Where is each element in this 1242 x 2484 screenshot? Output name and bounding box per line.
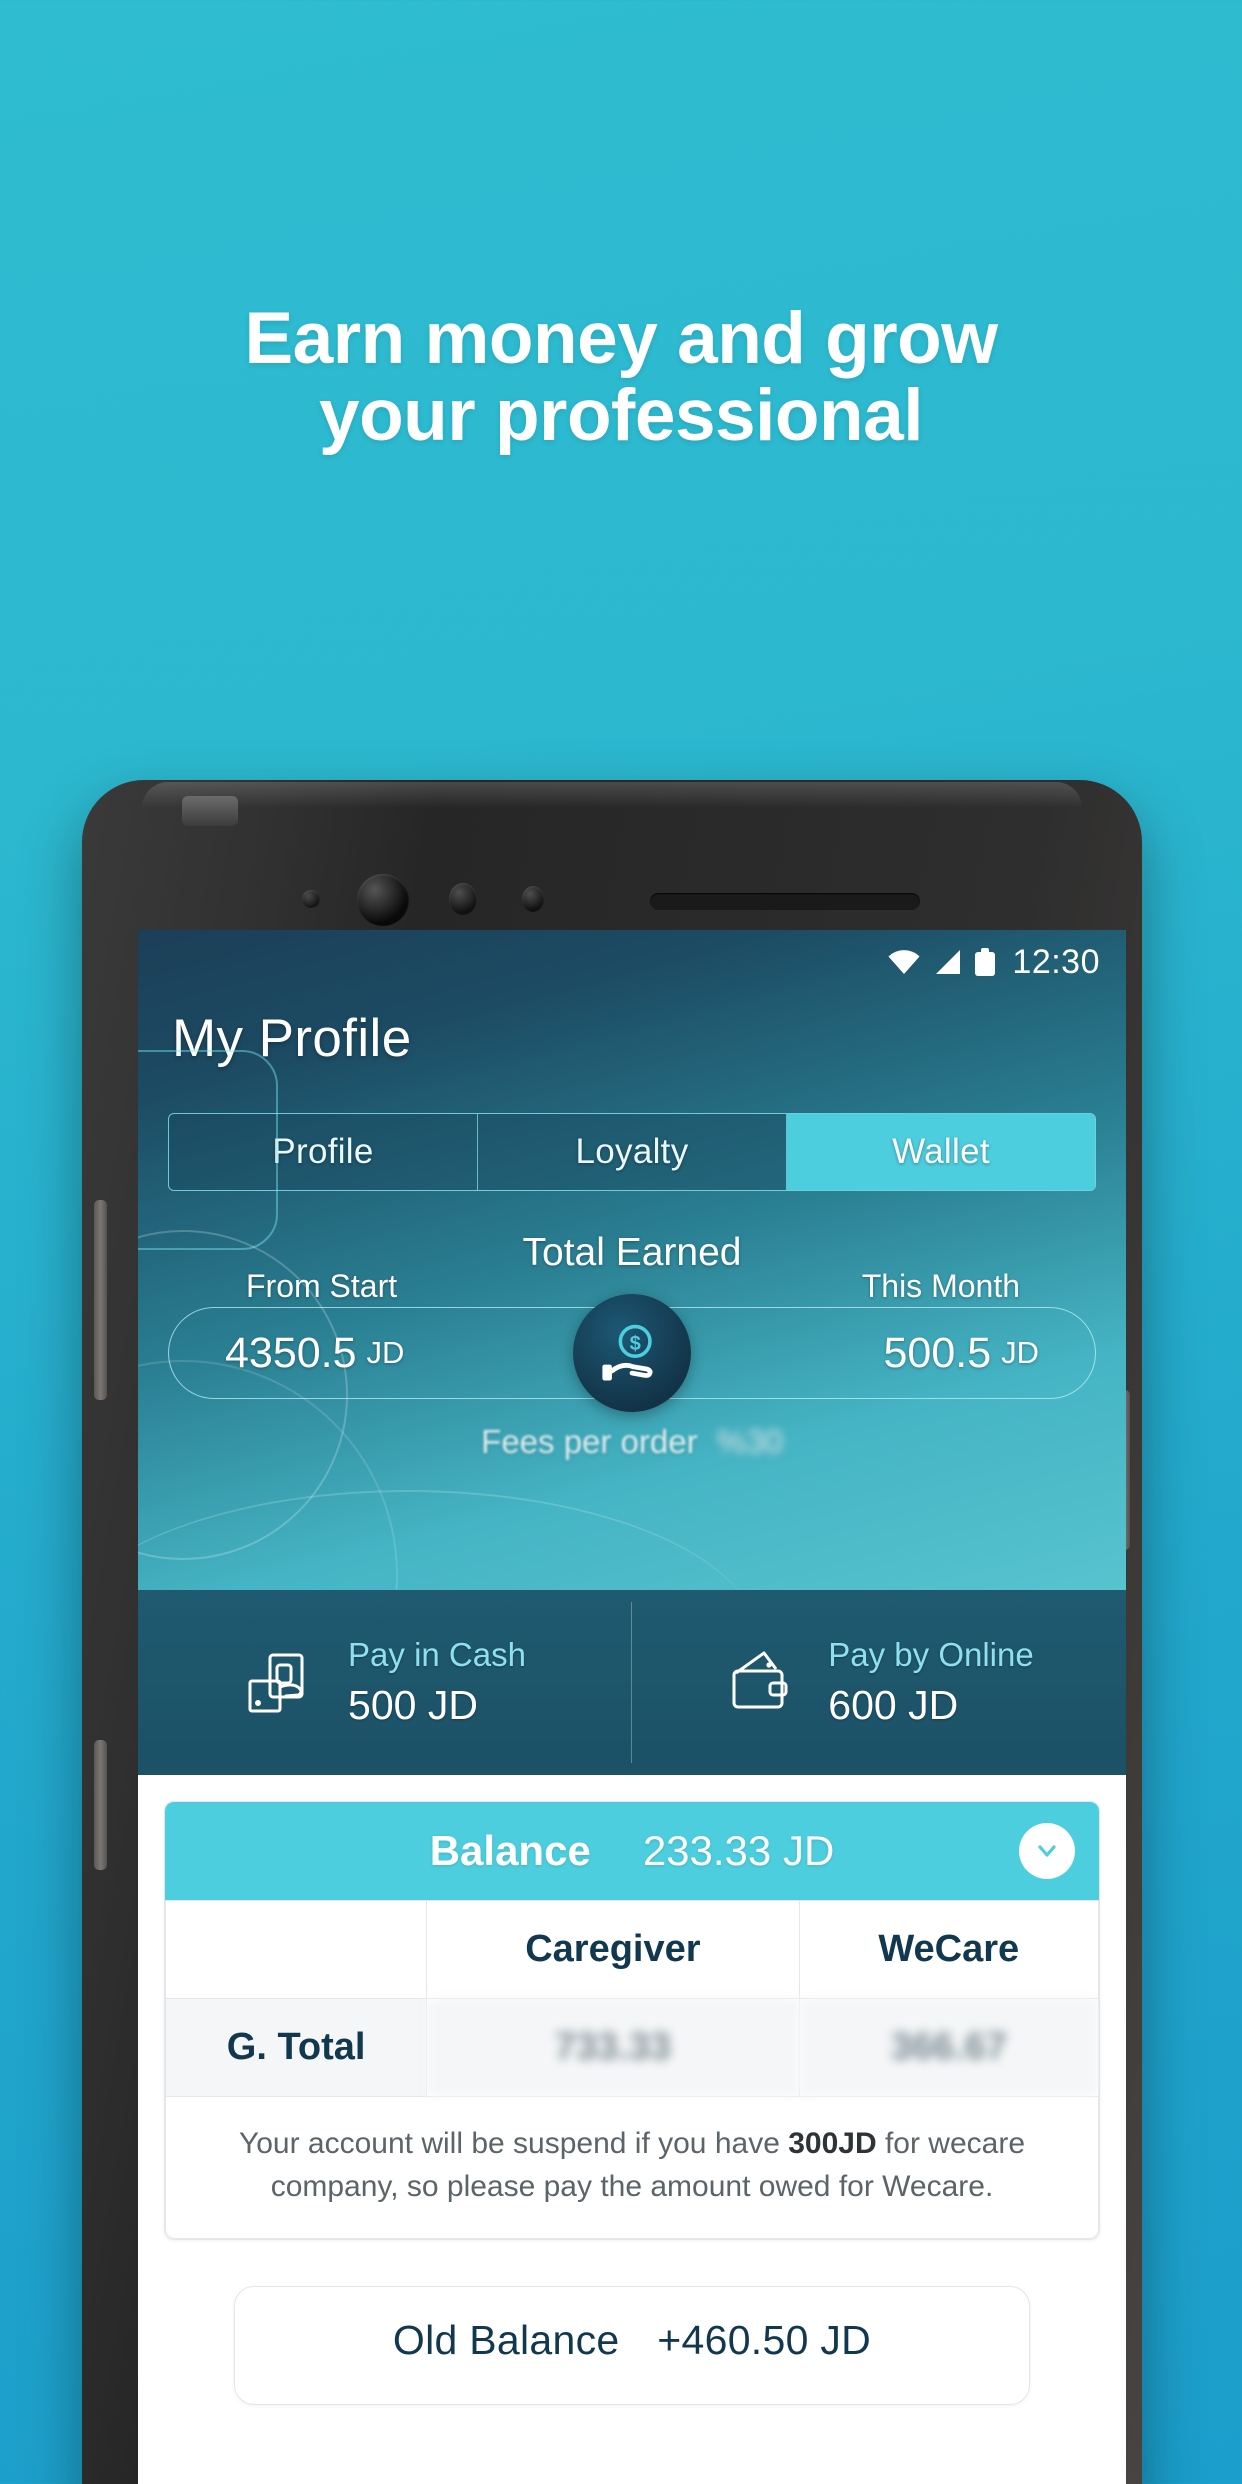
app-header-region: 12:30 My Profile Profile Loyalty Wallet … [138, 930, 1126, 1590]
pay-in-cash-amount: 500 JD [348, 1682, 478, 1728]
front-camera-icon [357, 874, 409, 926]
cash-hand-icon [248, 1653, 304, 1712]
table-header-row: Caregiver WeCare [165, 1900, 1099, 1999]
pay-by-online-cell[interactable]: Pay by Online 600 JD [632, 1590, 1126, 1775]
balance-value: 233.33 JD [642, 1827, 835, 1874]
phone-top-sheen [142, 782, 1082, 808]
payment-summary-row: Pay in Cash 500 JD Pay by Online 600 JD [138, 1590, 1126, 1775]
signal-icon [936, 950, 961, 974]
pay-in-cash-text: Pay in Cash 500 JD [348, 1636, 526, 1729]
fees-label: Fees per order [481, 1423, 698, 1460]
wallet-icon [732, 1651, 788, 1708]
earnings-row: 4350.5 JD 500.5 JD $ [168, 1294, 1096, 1412]
pay-in-cash-cell[interactable]: Pay in Cash 500 JD [138, 1590, 632, 1775]
table-header-caregiver: Caregiver [426, 1900, 800, 1999]
page-title: My Profile [172, 1009, 412, 1068]
earpiece-speaker [650, 893, 920, 910]
notice-part-1: Your account will be suspend if you have [238, 2127, 789, 2160]
notice-amount: 300JD [788, 2127, 877, 2160]
tab-wallet[interactable]: Wallet [787, 1114, 1095, 1190]
row-label-g-total: G. Total [165, 1998, 428, 2097]
from-start-amount: 4350.5 [225, 1328, 357, 1377]
headline-line-1: Earn money and grow [244, 298, 998, 379]
table-row: G. Total 733.33 366.67 [165, 1998, 1099, 2097]
battery-icon [975, 948, 996, 976]
promo-headline: Earn money and grow your professional [0, 300, 1242, 455]
phone-body: 12:30 My Profile Profile Loyalty Wallet … [82, 780, 1142, 2484]
phone-sensor-cluster [82, 872, 1142, 932]
row-value-wecare: 366.67 [798, 1998, 1099, 2097]
old-balance-amount: +460.50 JD [657, 2317, 872, 2364]
old-balance-row: Old Balance +460.50 JD [235, 2317, 1029, 2364]
balance-label: Balance [429, 1827, 591, 1874]
status-bar: 12:30 [138, 930, 1126, 994]
headline-line-2: your professional [318, 375, 924, 457]
tab-loyalty[interactable]: Loyalty [478, 1114, 787, 1190]
wallet-content: Balance 233.33 JD Caregiver WeCare G. To… [138, 1775, 1126, 2484]
svg-text:$: $ [630, 1333, 641, 1355]
table-header-blank [165, 1900, 428, 1999]
total-earned-section: From Start Total Earned This Month 4350.… [138, 1231, 1126, 1461]
pay-by-online-amount: 600 JD [828, 1682, 959, 1728]
phone-screen: 12:30 My Profile Profile Loyalty Wallet … [138, 930, 1126, 2484]
phone-mockup: 12:30 My Profile Profile Loyalty Wallet … [62, 780, 1162, 2484]
assistant-button[interactable] [94, 1740, 107, 1870]
chevron-down-icon[interactable] [1019, 1823, 1075, 1879]
fees-per-order: Fees per order %30 [168, 1423, 1096, 1461]
tab-bar: Profile Loyalty Wallet [168, 1113, 1096, 1191]
table-header-wecare: WeCare [798, 1900, 1099, 1999]
light-sensor-icon [302, 890, 320, 908]
phone-bezel-notch [182, 796, 238, 826]
this-month-amount: 500.5 [883, 1328, 992, 1377]
this-month-value-pill: 500.5 JD [632, 1307, 1096, 1399]
suspension-notice: Your account will be suspend if you have… [165, 2097, 1099, 2240]
row-value-caregiver: 733.33 [426, 1998, 800, 2097]
decor-rounded-square [138, 1050, 278, 1250]
iris-sensor-icon [522, 886, 544, 912]
hand-holding-coin-icon: $ [573, 1294, 691, 1412]
balance-card: Balance 233.33 JD Caregiver WeCare G. To… [164, 1801, 1100, 2241]
balance-table: Caregiver WeCare G. Total 733.33 366.67 [165, 1900, 1099, 2097]
pay-by-online-label: Pay by Online [828, 1636, 1034, 1673]
status-bar-clock: 12:30 [1012, 942, 1100, 981]
from-start-value-pill: 4350.5 JD [168, 1307, 632, 1399]
pay-by-online-text: Pay by Online 600 JD [828, 1636, 1033, 1729]
fees-value: %30 [716, 1423, 783, 1460]
balance-header: Balance 233.33 JD [165, 1802, 1099, 1900]
this-month-currency: JD [1001, 1335, 1039, 1370]
old-balance-label: Old Balance [392, 2317, 620, 2364]
volume-button[interactable] [94, 1200, 107, 1400]
from-start-currency: JD [366, 1335, 405, 1370]
wifi-icon [888, 950, 920, 974]
proximity-sensor-icon [449, 883, 477, 915]
pay-in-cash-label: Pay in Cash [348, 1636, 526, 1673]
this-month-label: This Month [861, 1268, 1020, 1304]
old-balance-card[interactable]: Old Balance +460.50 JD [234, 2286, 1030, 2406]
